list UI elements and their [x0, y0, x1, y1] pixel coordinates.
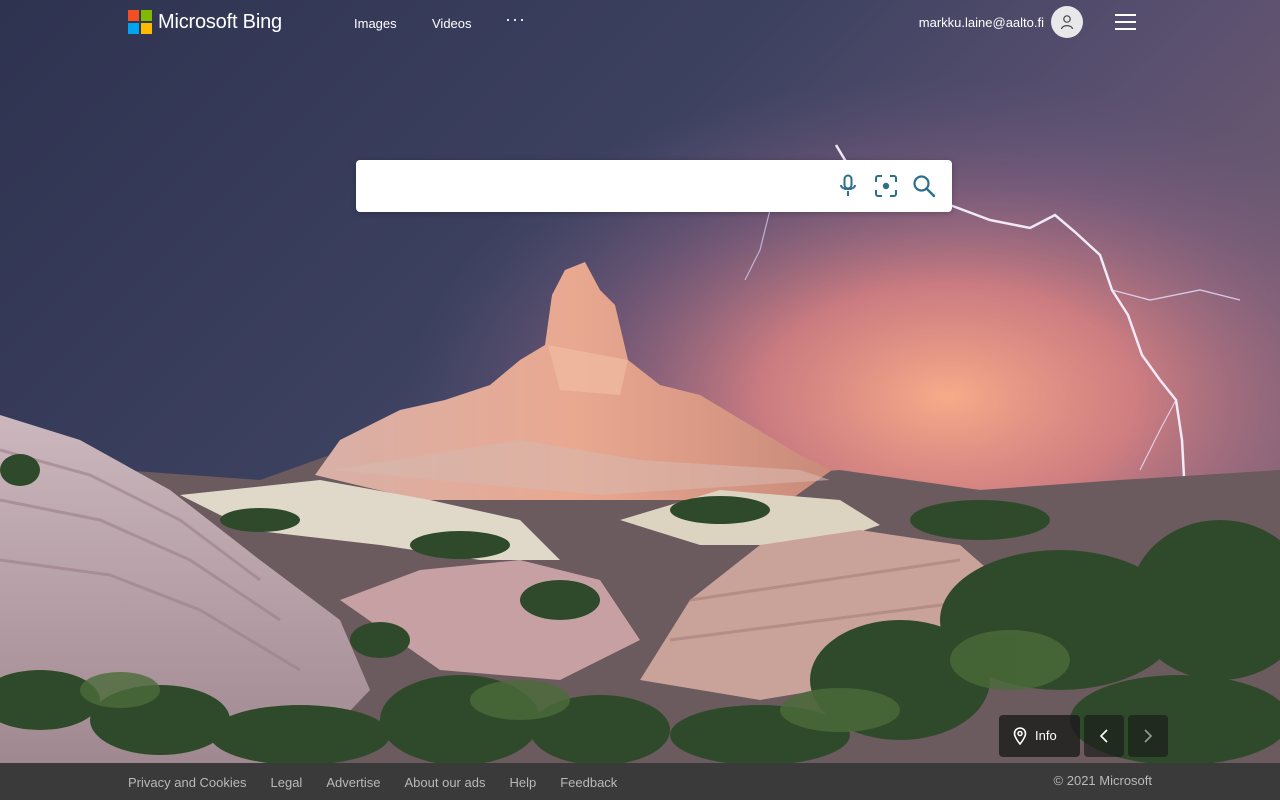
avatar[interactable] — [1051, 6, 1083, 38]
account-email[interactable]: markku.laine@aalto.fi — [919, 15, 1044, 31]
info-label: Info — [1035, 728, 1057, 743]
search-input[interactable] — [372, 160, 832, 214]
search-icon[interactable] — [911, 173, 937, 199]
visual-search-icon[interactable] — [873, 173, 899, 199]
chevron-left-icon — [1099, 729, 1108, 743]
footer-link-help[interactable]: Help — [509, 775, 536, 791]
bing-logo[interactable]: Microsoft Bing — [128, 10, 282, 34]
footer: Privacy and Cookies Legal Advertise Abou… — [0, 763, 1280, 800]
brand-name: Microsoft Bing — [158, 11, 282, 33]
bing-homepage: Microsoft Bing Images Videos ··· markku.… — [0, 0, 1280, 800]
previous-image-button[interactable] — [1084, 715, 1124, 757]
header: Microsoft Bing Images Videos ··· markku.… — [0, 0, 1280, 46]
chevron-right-icon — [1144, 729, 1153, 743]
nav-videos[interactable]: Videos — [432, 16, 472, 32]
footer-link-about-ads[interactable]: About our ads — [405, 775, 486, 791]
location-pin-icon — [1013, 727, 1027, 745]
nav-images[interactable]: Images — [354, 16, 397, 32]
microsoft-logo-icon — [128, 10, 152, 34]
footer-link-advertise[interactable]: Advertise — [326, 775, 380, 791]
next-image-button[interactable] — [1128, 715, 1168, 757]
background-image — [0, 0, 1280, 763]
microphone-icon[interactable] — [835, 173, 861, 199]
footer-link-privacy[interactable]: Privacy and Cookies — [128, 775, 247, 791]
footer-links: Privacy and Cookies Legal Advertise Abou… — [128, 775, 641, 791]
footer-link-legal[interactable]: Legal — [271, 775, 303, 791]
footer-link-feedback[interactable]: Feedback — [560, 775, 617, 791]
user-icon — [1060, 15, 1074, 30]
image-info-button[interactable]: Info — [999, 715, 1080, 757]
more-menu-button[interactable]: ··· — [505, 10, 526, 28]
search-box — [356, 160, 952, 214]
copyright: © 2021 Microsoft — [1053, 773, 1152, 788]
hamburger-menu-icon[interactable] — [1115, 14, 1137, 30]
